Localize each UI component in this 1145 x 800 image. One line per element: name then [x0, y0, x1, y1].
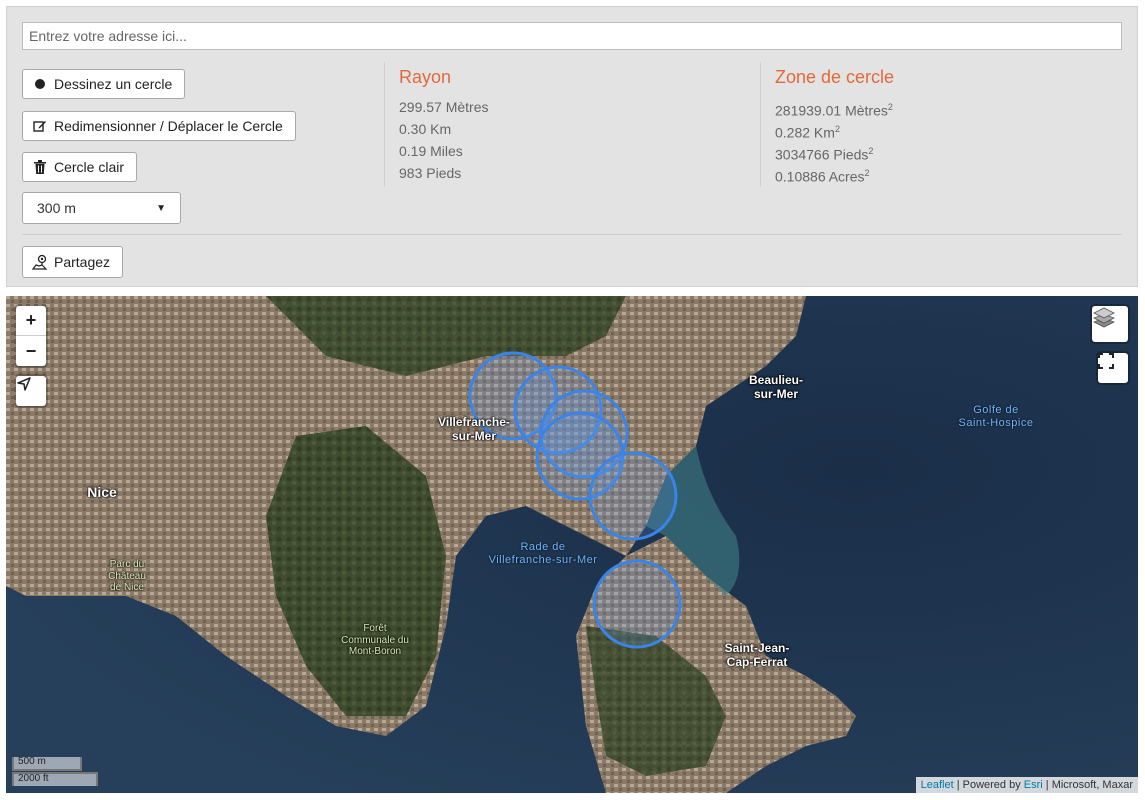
radius-miles: 0.19 Miles: [399, 143, 463, 159]
leaflet-link[interactable]: Leaflet: [921, 779, 954, 791]
zoom-out-button[interactable]: −: [16, 336, 46, 366]
dropdown-arrow-icon: ▼: [156, 202, 166, 214]
radius-select[interactable]: 300 m ▼: [22, 192, 181, 224]
radius-select-value: 300 m: [37, 200, 76, 216]
map-label-beaulieu: Beaulieu-sur-Mer: [748, 373, 804, 401]
area-feet: 3034766 Pieds2: [775, 146, 874, 163]
trash-icon: [31, 160, 49, 174]
drawn-circle: [592, 559, 682, 649]
fullscreen-button[interactable]: [1098, 353, 1128, 383]
radius-meters: 299.57 Mètres: [399, 99, 489, 115]
radius-feet: 983 Pieds: [399, 165, 462, 181]
resize-move-circle-button[interactable]: Redimensionner / Déplacer le Cercle: [22, 111, 296, 141]
clear-circle-label: Cercle clair: [54, 159, 125, 175]
draw-circle-button[interactable]: Dessinez un cercle: [22, 69, 186, 99]
clear-circle-button[interactable]: Cercle clair: [22, 152, 138, 182]
locate-button[interactable]: [16, 376, 46, 406]
map-label-golfe: Golfe de Saint-Hospice: [958, 404, 1034, 429]
edit-icon: [31, 119, 49, 133]
share-button[interactable]: Partagez: [22, 246, 124, 278]
divider: [760, 62, 761, 187]
zoom-control: + −: [16, 306, 46, 366]
radius-results: Rayon 299.57 Mètres 0.30 Km 0.19 Miles 9…: [399, 67, 489, 184]
area-acres: 0.10886 Acres2: [775, 168, 870, 185]
scale-metric: 500 m: [12, 757, 82, 771]
zoom-in-button[interactable]: +: [16, 306, 46, 336]
area-meters: 281939.01 Mètres2: [775, 102, 893, 119]
radius-title: Rayon: [399, 67, 452, 87]
radius-km: 0.30 Km: [399, 121, 452, 137]
layers-button[interactable]: [1092, 306, 1128, 342]
map-attribution: Leaflet | Powered by Esri | Microsoft, M…: [915, 777, 1138, 793]
map-label-saint-jean: Saint-Jean- Cap-Ferrat: [724, 641, 790, 669]
draw-circle-label: Dessinez un cercle: [54, 76, 173, 92]
map-label-foret: Forêt Communale du Mont-Boron: [341, 623, 409, 657]
control-panel: Dessinez un cercle Redimensionner / Dépl…: [6, 6, 1138, 287]
divider: [22, 234, 1122, 235]
map-label-parc: Parc du Château de Nice: [108, 559, 146, 593]
area-km: 0.282 Km2: [775, 124, 840, 141]
share-label: Partagez: [54, 254, 111, 270]
circle-dot-icon: [31, 78, 49, 90]
map-label-villefranche: Villefranche-sur-Mer: [438, 415, 510, 443]
area-title: Zone de cercle: [775, 67, 895, 87]
map-pin-share-icon: [31, 254, 49, 270]
area-results: Zone de cercle 281939.01 Mètres2 0.282 K…: [775, 67, 895, 185]
map-label-nice: Nice: [87, 484, 117, 500]
scale-imperial: 2000 ft: [12, 772, 98, 786]
map-view[interactable]: Nice Villefranche-sur-Mer Beaulieu-sur-M…: [6, 296, 1138, 793]
resize-move-label: Redimensionner / Déplacer le Cercle: [54, 118, 283, 134]
esri-link[interactable]: Esri: [1024, 779, 1043, 791]
drawn-circle: [588, 451, 678, 541]
address-search-input[interactable]: [22, 22, 1122, 50]
divider: [384, 62, 385, 187]
map-label-rade: Rade de Villefranche-sur-Mer: [488, 541, 598, 566]
